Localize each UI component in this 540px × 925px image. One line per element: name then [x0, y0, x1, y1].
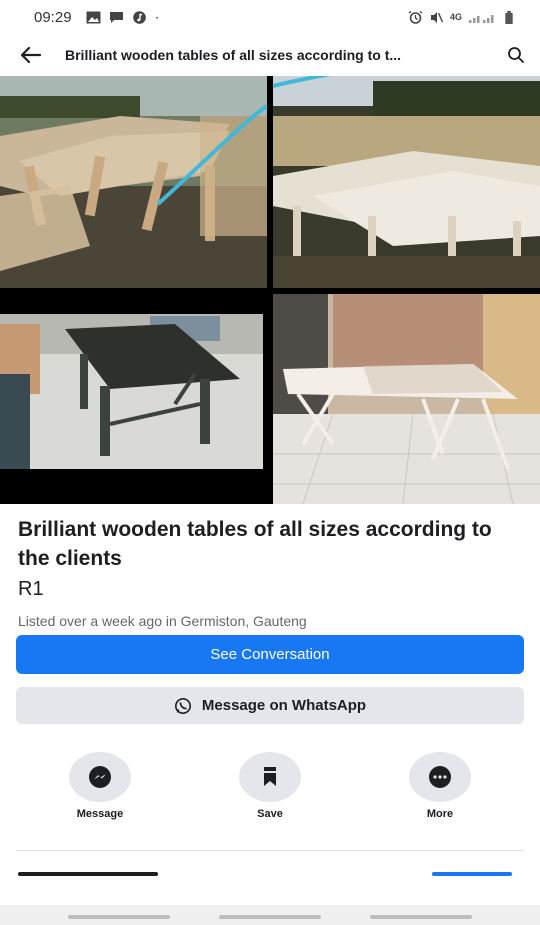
back-arrow-icon — [20, 46, 42, 64]
back-nav-button[interactable] — [370, 915, 472, 919]
listing-price: R1 — [18, 578, 44, 600]
action-row: Message Save More — [0, 752, 540, 832]
see-conversation-label: See Conversation — [210, 646, 330, 663]
table-photo-2[interactable] — [273, 76, 540, 288]
signal-icon — [469, 14, 494, 23]
whatsapp-button[interactable]: Message on WhatsApp — [16, 687, 524, 724]
message-action[interactable]: Message — [50, 752, 150, 820]
message-action-circle[interactable] — [69, 752, 131, 802]
search-button[interactable] — [492, 34, 540, 76]
whatsapp-icon — [174, 697, 191, 714]
table-photo-1[interactable] — [0, 76, 267, 288]
see-conversation-button[interactable]: See Conversation — [16, 635, 524, 674]
dot-icon — [155, 16, 158, 19]
battery-icon — [505, 10, 513, 24]
status-time: 09:29 — [34, 8, 72, 26]
status-right: 4G — [408, 10, 514, 24]
save-action-circle[interactable] — [239, 752, 301, 802]
listing-title: Brilliant wooden tables of all sizes acc… — [18, 518, 492, 570]
table-photo-3[interactable] — [0, 294, 267, 504]
messenger-icon — [89, 766, 111, 788]
recents-nav-button[interactable] — [68, 915, 170, 919]
more-action[interactable]: More — [390, 752, 490, 820]
gallery-icon — [86, 11, 101, 23]
header-bar: Brilliant wooden tables of all sizes acc… — [0, 34, 540, 76]
back-button[interactable] — [0, 34, 62, 76]
more-action-label: More — [426, 808, 454, 820]
listing-meta: Listed over a week ago in Germiston, Gau… — [18, 613, 307, 629]
more-icon — [429, 766, 451, 788]
next-section-link[interactable] — [432, 870, 512, 876]
network-badge: 4G — [449, 12, 462, 22]
section-divider — [16, 850, 524, 851]
more-action-circle[interactable] — [409, 752, 471, 802]
whatsapp-label: Message on WhatsApp — [201, 697, 367, 714]
bookmark-icon — [264, 767, 276, 786]
status-left: 09:29 — [34, 9, 163, 26]
header-title: Brilliant wooden tables of all sizes acc… — [65, 47, 402, 63]
music-icon — [132, 10, 146, 24]
alarm-icon — [408, 10, 423, 24]
save-action-label: Save — [257, 808, 283, 820]
search-icon — [508, 47, 524, 63]
home-nav-button[interactable] — [219, 915, 321, 919]
mute-icon — [430, 11, 444, 23]
system-nav-bar — [0, 905, 540, 925]
table-photo-4[interactable] — [273, 294, 540, 504]
save-action[interactable]: Save — [220, 752, 320, 820]
message-action-label: Message — [76, 808, 124, 820]
status-bar: 09:29 4G — [0, 0, 540, 34]
photo-gallery[interactable] — [0, 76, 540, 504]
message-icon — [109, 11, 123, 23]
next-section-heading — [18, 870, 158, 876]
